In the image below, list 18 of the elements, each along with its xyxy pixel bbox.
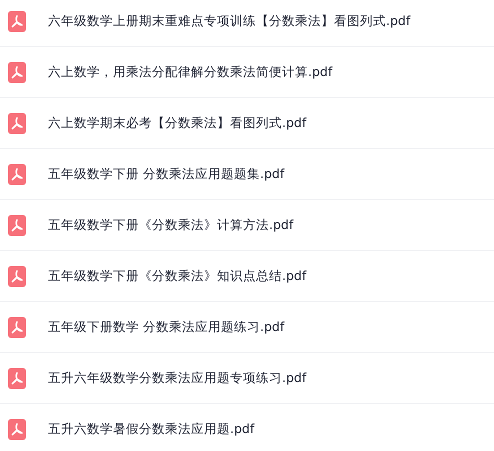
pdf-file-icon <box>8 316 26 338</box>
pdf-file-icon <box>8 214 26 236</box>
file-name[interactable]: 五年级数学下册《分数乘法》计算方法.pdf <box>48 216 294 234</box>
pdf-file-icon <box>8 62 26 82</box>
pdf-file-icon <box>8 10 26 32</box>
file-name[interactable]: 五升六数学暑假分数乘法应用题.pdf <box>48 420 254 438</box>
file-name[interactable]: 五年级数学下册 分数乘法应用题题集.pdf <box>48 166 284 182</box>
pdf-file-icon <box>8 112 26 134</box>
file-name[interactable]: 六上数学期末必考【分数乘法】看图列式.pdf <box>48 114 306 132</box>
file-name[interactable]: 六年级数学上册期末重难点专项训练【分数乘法】看图列式.pdf <box>48 12 410 30</box>
pdf-file-icon <box>8 266 26 286</box>
pdf-file-icon <box>8 164 26 184</box>
pdf-file-icon <box>8 418 26 440</box>
file-name[interactable]: 五年级数学下册《分数乘法》知识点总结.pdf <box>48 268 306 284</box>
file-name[interactable]: 六上数学，用乘法分配律解分数乘法简便计算.pdf <box>48 64 332 80</box>
file-name[interactable]: 五年级下册数学 分数乘法应用题练习.pdf <box>48 318 284 336</box>
pdf-file-icon <box>8 368 26 388</box>
file-name[interactable]: 五升六年级数学分数乘法应用题专项练习.pdf <box>48 370 306 386</box>
